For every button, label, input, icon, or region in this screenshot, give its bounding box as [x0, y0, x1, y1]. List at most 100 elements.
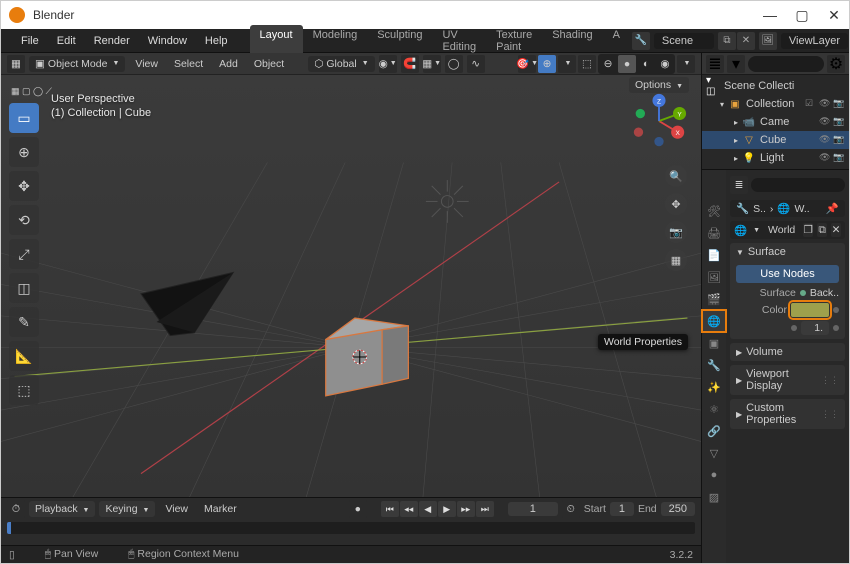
disable-render-icon[interactable]: 📷 [833, 152, 845, 164]
menu-view[interactable]: View [129, 56, 164, 72]
world-new-button[interactable]: ❐ [803, 223, 813, 237]
proportional-falloff-dropdown[interactable]: ∿ [467, 55, 485, 73]
properties-tab-material[interactable]: ● [702, 464, 726, 486]
strength-options-icon[interactable] [833, 325, 839, 331]
timeline-track[interactable] [7, 522, 695, 534]
disable-render-icon[interactable]: 📷 [833, 98, 845, 110]
xray-toggle[interactable]: ⬚ [578, 55, 596, 73]
timeline-editor-type-icon[interactable]: ⏱ [7, 500, 25, 518]
outliner-scene-collection[interactable]: ▾ ◫ Scene Collecti [702, 77, 849, 95]
world-unlink-button[interactable]: ✕ [831, 223, 841, 237]
workspace-tab-sculpting[interactable]: Sculpting [367, 25, 432, 57]
properties-breadcrumb[interactable]: 🔧 S.. › 🌐 W.. 📌 [730, 200, 845, 217]
panel-options-icon[interactable]: ⋮⋮ [821, 409, 839, 420]
properties-tab-output[interactable]: 📄 [702, 244, 726, 266]
tool-measure[interactable]: 📐 [9, 341, 39, 371]
custom-properties-panel-header[interactable]: ▶ Custom Properties ⋮⋮ [730, 399, 845, 429]
overlays-toggle[interactable]: ⊕ [538, 55, 556, 73]
scene-delete-button[interactable]: ✕ [737, 32, 755, 50]
shading-material[interactable]: ◐ [637, 55, 655, 73]
properties-tab-render[interactable]: 🖨 [702, 222, 726, 244]
properties-tab-texture[interactable]: ▨ [702, 486, 726, 508]
ortho-toggle-gizmo-icon[interactable]: ▦ [665, 249, 687, 271]
outliner-item-cube[interactable]: ▸ ▽ Cube 👁 📷 [702, 131, 849, 149]
properties-tab-tool[interactable]: 🛠 [702, 200, 726, 222]
end-frame-field[interactable]: 250 [661, 502, 695, 516]
jump-prev-keyframe-button[interactable]: ◂◂ [400, 501, 418, 517]
world-name-field[interactable]: World [764, 224, 799, 236]
proportional-edit-toggle[interactable]: ◯ [445, 55, 463, 73]
surface-panel-header[interactable]: ▼ Surface [730, 243, 845, 261]
outliner-item-light[interactable]: ▸ 💡 Light 👁 📷 [702, 149, 849, 167]
outliner-item-camera[interactable]: ▸ 📹 Came 👁 📷 [702, 113, 849, 131]
menu-window[interactable]: Window [140, 33, 195, 49]
menu-file[interactable]: File [13, 33, 47, 49]
play-reverse-button[interactable]: ◀ [419, 501, 437, 517]
outliner-display-mode-dropdown[interactable]: ▾ [727, 55, 745, 73]
properties-tab-data[interactable]: ▽ [702, 442, 726, 464]
properties-search-field[interactable] [751, 178, 845, 192]
visibility-eye-icon[interactable]: 👁 [819, 98, 831, 110]
scene-browse-icon[interactable]: 🔧 [632, 32, 650, 50]
tool-scale[interactable]: ⤢ [9, 239, 39, 269]
menu-select[interactable]: Select [168, 56, 209, 72]
navigation-gizmo[interactable]: X Y Z [631, 93, 687, 149]
disable-render-icon[interactable]: 📷 [833, 116, 845, 128]
timeline-keying-menu[interactable]: Keying ▼ [99, 501, 155, 517]
timeline-view-menu[interactable]: View [159, 501, 194, 517]
shading-wireframe[interactable]: ⊖ [599, 55, 617, 73]
menu-edit[interactable]: Edit [49, 33, 84, 49]
object-mode-dropdown[interactable]: ▣ Object Mode ▼ [29, 56, 125, 72]
world-color-swatch[interactable] [791, 303, 829, 317]
3d-viewport[interactable]: Options ▼ [1, 75, 701, 497]
disable-render-icon[interactable]: 📷 [833, 134, 845, 146]
collection-exclude-toggle[interactable]: ☑ [805, 98, 817, 110]
timeline-marker-menu[interactable]: Marker [198, 501, 243, 517]
properties-tab-object[interactable]: ▣ [702, 332, 726, 354]
world-copy-button[interactable]: ⧉ [817, 223, 827, 237]
jump-to-end-button[interactable]: ⏭ [476, 501, 494, 517]
strength-value-field[interactable]: 1. [801, 321, 829, 335]
tool-rotate[interactable]: ⟲ [9, 205, 39, 235]
disclosure-triangle-icon[interactable]: ▾ [720, 100, 724, 109]
preview-range-toggle[interactable]: ⏲ [562, 500, 580, 518]
outliner-filter-button[interactable]: ⚙ [827, 55, 845, 73]
jump-to-start-button[interactable]: ⏮ [381, 501, 399, 517]
play-button[interactable]: ▶ [438, 501, 456, 517]
properties-tab-world[interactable]: 🌐 World Properties [702, 310, 726, 332]
strength-socket-icon[interactable] [791, 325, 797, 331]
workspace-tab-more[interactable]: A [603, 25, 630, 57]
start-frame-field[interactable]: 1 [610, 502, 634, 516]
outliner-editor-type-icon[interactable]: ≣ [706, 55, 724, 73]
snap-target-dropdown[interactable]: ▦▼ [423, 55, 441, 73]
pin-icon[interactable]: 📌 [826, 202, 839, 215]
overlays-dropdown[interactable]: ▼ [558, 55, 576, 73]
disclosure-triangle-icon[interactable]: ▸ [734, 154, 738, 163]
tool-select-box[interactable]: ▭ [9, 103, 39, 133]
workspace-tab-texture-paint[interactable]: Texture Paint [486, 25, 542, 57]
current-frame-field[interactable]: 1 [508, 502, 558, 516]
disclosure-triangle-icon[interactable]: ▸ [734, 136, 738, 145]
scene-new-button[interactable]: ⧉ [718, 32, 736, 50]
auto-keying-toggle[interactable]: ● [349, 500, 367, 518]
workspace-tab-uv-editing[interactable]: UV Editing [432, 25, 486, 57]
menu-object[interactable]: Object [248, 56, 290, 72]
disclosure-triangle-icon[interactable]: ▸ [734, 118, 738, 127]
properties-tab-scene[interactable]: 🎬 [702, 288, 726, 310]
tool-cursor[interactable]: ⊕ [9, 137, 39, 167]
close-button[interactable]: ✕ [827, 8, 841, 22]
volume-panel-header[interactable]: ▶ Volume [730, 343, 845, 361]
tool-transform[interactable]: ◫ [9, 273, 39, 303]
shading-rendered[interactable]: ◉ [656, 55, 674, 73]
visibility-eye-icon[interactable]: 👁 [819, 152, 831, 164]
world-datablock-selector[interactable]: 🌐▼ World ❐ ⧉ ✕ [730, 221, 845, 239]
surface-shader-socket-icon[interactable] [800, 290, 806, 296]
editor-type-icon[interactable]: ▦ [7, 55, 25, 73]
gizmo-visibility-dropdown[interactable]: 🎯▼ [518, 55, 536, 73]
transform-orientation-dropdown[interactable]: ⬡ Global ▼ [308, 56, 374, 72]
use-nodes-button[interactable]: Use Nodes [736, 265, 839, 283]
properties-tab-modifiers[interactable]: 🔧 [702, 354, 726, 376]
menu-render[interactable]: Render [86, 33, 138, 49]
outliner-collection[interactable]: ▾ ▣ Collection ☑ 👁 📷 [702, 95, 849, 113]
timeline-playback-menu[interactable]: Playback ▼ [29, 501, 95, 517]
